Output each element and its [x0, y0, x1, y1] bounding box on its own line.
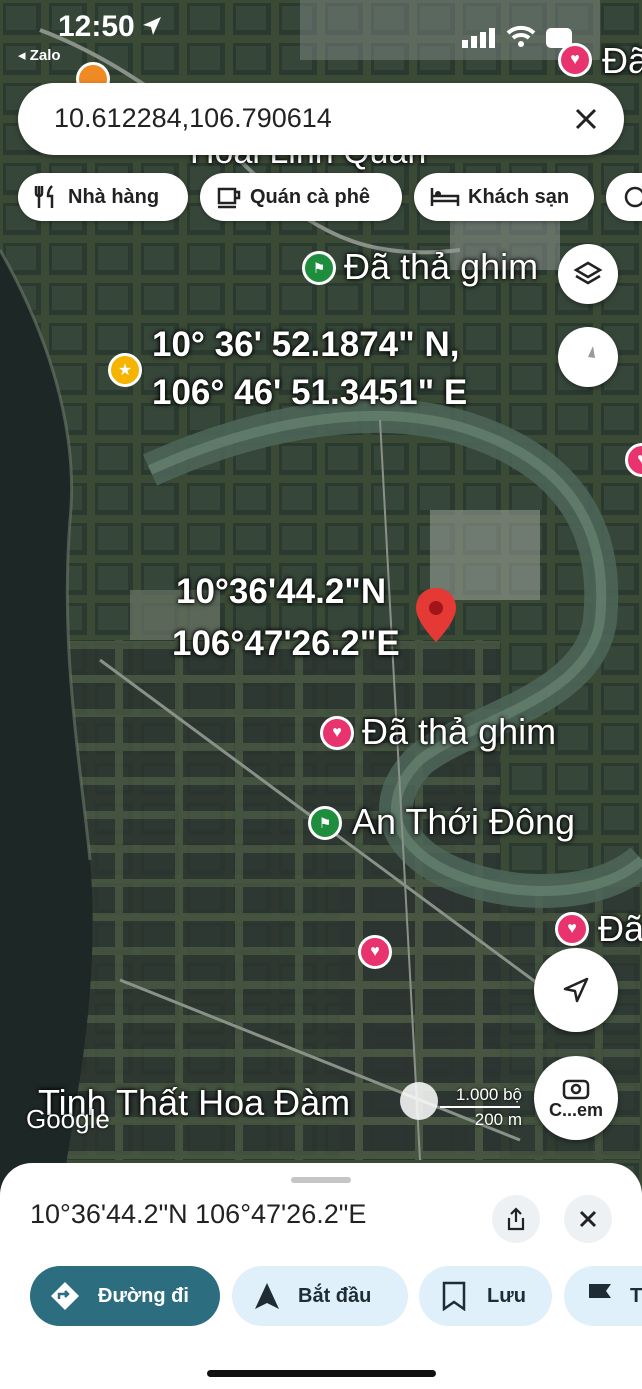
- temple-pin-icon[interactable]: [400, 1082, 438, 1120]
- bookmark-icon: [442, 1281, 466, 1311]
- flag-icon: [589, 1284, 611, 1309]
- search-query[interactable]: 10.612284,106.790614: [54, 103, 332, 134]
- compass-icon: [583, 346, 595, 368]
- layers-button[interactable]: [558, 244, 618, 304]
- compass-button[interactable]: [558, 327, 618, 387]
- start-label: Bắt đầu: [298, 1284, 372, 1307]
- heart-pin-icon[interactable]: ♥: [320, 716, 354, 750]
- my-location-button[interactable]: [534, 948, 618, 1032]
- coord-short-lng: 106°47'26.2"E: [172, 624, 400, 663]
- scale-metric: 200 m: [474, 1110, 522, 1129]
- layers-icon: [573, 261, 603, 285]
- google-attribution: Google: [26, 1104, 110, 1134]
- place-label-pinned-top[interactable]: Đã thả ghim: [344, 246, 538, 288]
- heart-pin-icon[interactable]: ♥: [358, 935, 392, 969]
- label-button[interactable]: T: [564, 1266, 642, 1326]
- coord-short-lat: 10°36'44.2"N: [176, 572, 387, 611]
- place-label-edge-bottom[interactable]: Đã: [598, 908, 642, 950]
- fork-knife-icon: [34, 185, 54, 208]
- coord-label-dms: 10° 36' 52.1874" N, 106° 46' 51.3451" E: [152, 321, 467, 417]
- scale-imperial: 1.000 bộ: [455, 1085, 522, 1104]
- search-bar[interactable]: 10.612284,106.790614: [18, 83, 624, 155]
- signal-icon: [462, 28, 495, 48]
- place-label-edge-top[interactable]: Đã: [602, 40, 642, 82]
- place-label-pinned-mid[interactable]: Đã thả ghim: [362, 711, 556, 753]
- coord-label-short: 10°36'44.2"N 106°47'26.2"E: [172, 566, 400, 670]
- location-pin-icon[interactable]: [414, 586, 458, 644]
- place-bottom-sheet[interactable]: 10°36'44.2"N 106°47'26.2"E Đường đi Bắt …: [0, 1163, 642, 1389]
- directions-label: Đường đi: [98, 1284, 189, 1307]
- camera-label: C...em: [548, 1099, 604, 1120]
- bed-icon: [430, 188, 460, 206]
- directions-icon: [51, 1282, 79, 1310]
- navigation-arrow-icon: [563, 977, 589, 1003]
- start-button[interactable]: Bắt đầu: [232, 1266, 408, 1326]
- chip-restaurants[interactable]: Nhà hàng: [18, 173, 188, 221]
- back-to-app[interactable]: ◂ Zalo: [18, 46, 61, 64]
- coord-dms-lng: 106° 46' 51.3451" E: [152, 373, 468, 412]
- scale-bar: [440, 1106, 520, 1108]
- more-places-icon: [624, 186, 642, 208]
- share-icon: [507, 1207, 525, 1231]
- navigation-arrow-icon: [255, 1283, 279, 1309]
- chip-hotels[interactable]: Khách sạn: [414, 173, 594, 221]
- chip-label-restaurants: Nhà hàng: [68, 185, 160, 208]
- close-sheet-button[interactable]: [564, 1195, 612, 1243]
- chip-label-cafes: Quán cà phê: [250, 185, 371, 208]
- camera-icon: [562, 1079, 590, 1099]
- wifi-icon: [506, 25, 536, 47]
- close-icon: [579, 1210, 597, 1228]
- save-label: Lưu: [487, 1284, 526, 1307]
- chip-cafes[interactable]: Quán cà phê: [200, 173, 402, 221]
- location-arrow-icon: [143, 17, 161, 35]
- status-time: 12:50: [58, 10, 135, 43]
- close-icon[interactable]: [574, 107, 598, 131]
- place-label-an-thoi-dong[interactable]: An Thới Đông: [352, 801, 575, 843]
- status-bar: 12:50 ◂ Zalo: [0, 0, 642, 70]
- camera-search-button[interactable]: C...em: [534, 1056, 618, 1140]
- star-pin-icon[interactable]: ★: [108, 353, 142, 387]
- chip-label-hotels: Khách sạn: [468, 185, 570, 208]
- coffee-cup-icon: [217, 187, 241, 209]
- share-button[interactable]: [492, 1195, 540, 1243]
- home-indicator[interactable]: [207, 1370, 436, 1377]
- save-button[interactable]: Lưu: [419, 1266, 552, 1326]
- directions-button[interactable]: Đường đi: [30, 1266, 220, 1326]
- flag-pin-icon[interactable]: ⚑: [302, 251, 336, 285]
- flag-pin-icon[interactable]: ⚑: [308, 806, 342, 840]
- sheet-title: 10°36'44.2"N 106°47'26.2"E: [30, 1199, 367, 1229]
- heart-pin-icon[interactable]: ♥: [555, 912, 589, 946]
- coord-dms-lat: 10° 36' 52.1874" N,: [152, 325, 460, 364]
- label-button-label: T: [630, 1284, 642, 1307]
- sheet-drag-handle[interactable]: [291, 1177, 351, 1183]
- heart-pin-icon[interactable]: ♥: [558, 43, 592, 77]
